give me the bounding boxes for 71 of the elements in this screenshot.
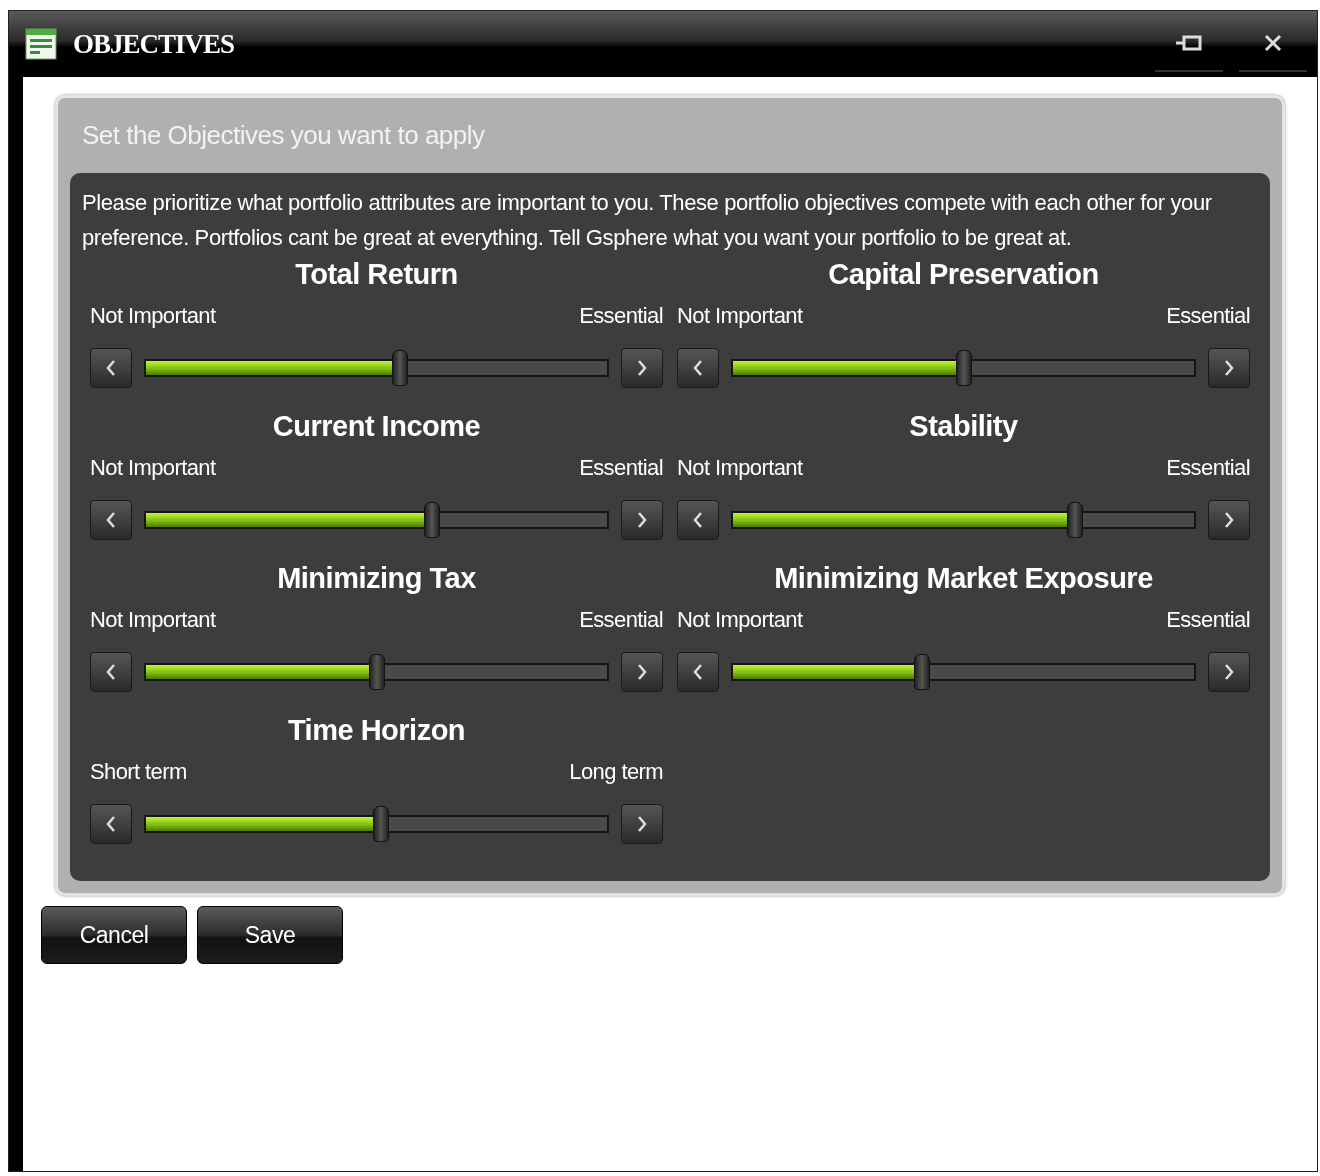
- chevron-left-icon: [693, 359, 703, 377]
- slider-track[interactable]: [731, 663, 1196, 681]
- chevron-right-icon: [637, 663, 647, 681]
- chevron-left-icon: [693, 511, 703, 529]
- slider-thumb[interactable]: [424, 502, 441, 538]
- max-label: Essential: [579, 303, 663, 329]
- panel-heading: Set the Objectives you want to apply: [82, 120, 486, 151]
- save-button[interactable]: Save: [197, 906, 343, 964]
- chevron-right-icon: [637, 815, 647, 833]
- min-label: Not Important: [677, 303, 803, 329]
- description-text: Please prioritize what portfolio attributes are important to you. These portfolio objectives compete with each other for your preference. Portfolios cant be great at everything. Tell Gsphere what you want your portfolio to be great at.: [82, 189, 1213, 252]
- max-label: Essential: [579, 607, 663, 633]
- chevron-left-icon: [106, 815, 116, 833]
- max-label: Essential: [579, 455, 663, 481]
- slider-thumb[interactable]: [373, 806, 390, 842]
- cancel-button[interactable]: Cancel: [41, 906, 187, 964]
- slider-thumb[interactable]: [913, 654, 930, 690]
- slider-thumb[interactable]: [391, 350, 408, 386]
- slider-track[interactable]: [144, 815, 609, 833]
- slider-thumb[interactable]: [1067, 502, 1084, 538]
- objective-title: Time Horizon: [286, 713, 467, 748]
- increase-button[interactable]: [621, 348, 663, 388]
- slider-track[interactable]: [731, 359, 1196, 377]
- decrease-button[interactable]: [677, 652, 719, 692]
- decrease-button[interactable]: [90, 348, 132, 388]
- chevron-left-icon: [693, 663, 703, 681]
- max-label: Essential: [1166, 607, 1250, 633]
- min-label: Short term: [90, 759, 187, 785]
- decrease-button[interactable]: [90, 652, 132, 692]
- increase-button[interactable]: [1208, 652, 1250, 692]
- slider-track[interactable]: [144, 359, 609, 377]
- objective-title: Current Income: [271, 409, 482, 444]
- window-title: OBJECTIVES: [73, 28, 236, 60]
- min-label: Not Important: [677, 455, 803, 481]
- slider-thumb[interactable]: [955, 350, 972, 386]
- slider-track[interactable]: [144, 511, 609, 529]
- decrease-button[interactable]: [677, 500, 719, 540]
- decrease-button[interactable]: [90, 804, 132, 844]
- min-label: Not Important: [677, 607, 803, 633]
- chevron-right-icon: [637, 511, 647, 529]
- max-label: Essential: [1166, 455, 1250, 481]
- max-label: Essential: [1166, 303, 1250, 329]
- chevron-left-icon: [106, 663, 116, 681]
- min-label: Not Important: [90, 455, 216, 481]
- increase-button[interactable]: [621, 500, 663, 540]
- increase-button[interactable]: [1208, 348, 1250, 388]
- max-label: Long term: [569, 759, 663, 785]
- objective-title: Capital Preservation: [827, 257, 1100, 292]
- min-label: Not Important: [90, 303, 216, 329]
- pin-icon: [1174, 34, 1204, 52]
- chevron-right-icon: [1224, 511, 1234, 529]
- decrease-button[interactable]: [90, 500, 132, 540]
- decrease-button[interactable]: [677, 348, 719, 388]
- chevron-right-icon: [1224, 359, 1234, 377]
- close-icon: [1264, 34, 1282, 52]
- slider-thumb[interactable]: [368, 654, 385, 690]
- increase-button[interactable]: [1208, 500, 1250, 540]
- increase-button[interactable]: [621, 804, 663, 844]
- objective-title: Total Return: [294, 257, 459, 292]
- chevron-right-icon: [1224, 663, 1234, 681]
- objective-title: Minimizing Tax: [276, 561, 477, 596]
- objective-title: Minimizing Market Exposure: [773, 561, 1154, 596]
- slider-track[interactable]: [731, 511, 1196, 529]
- slider-track[interactable]: [144, 663, 609, 681]
- chevron-left-icon: [106, 511, 116, 529]
- chevron-left-icon: [106, 359, 116, 377]
- chevron-right-icon: [637, 359, 647, 377]
- window-icon: [25, 28, 57, 60]
- min-label: Not Important: [90, 607, 216, 633]
- objective-title: Stability: [908, 409, 1019, 444]
- increase-button[interactable]: [621, 652, 663, 692]
